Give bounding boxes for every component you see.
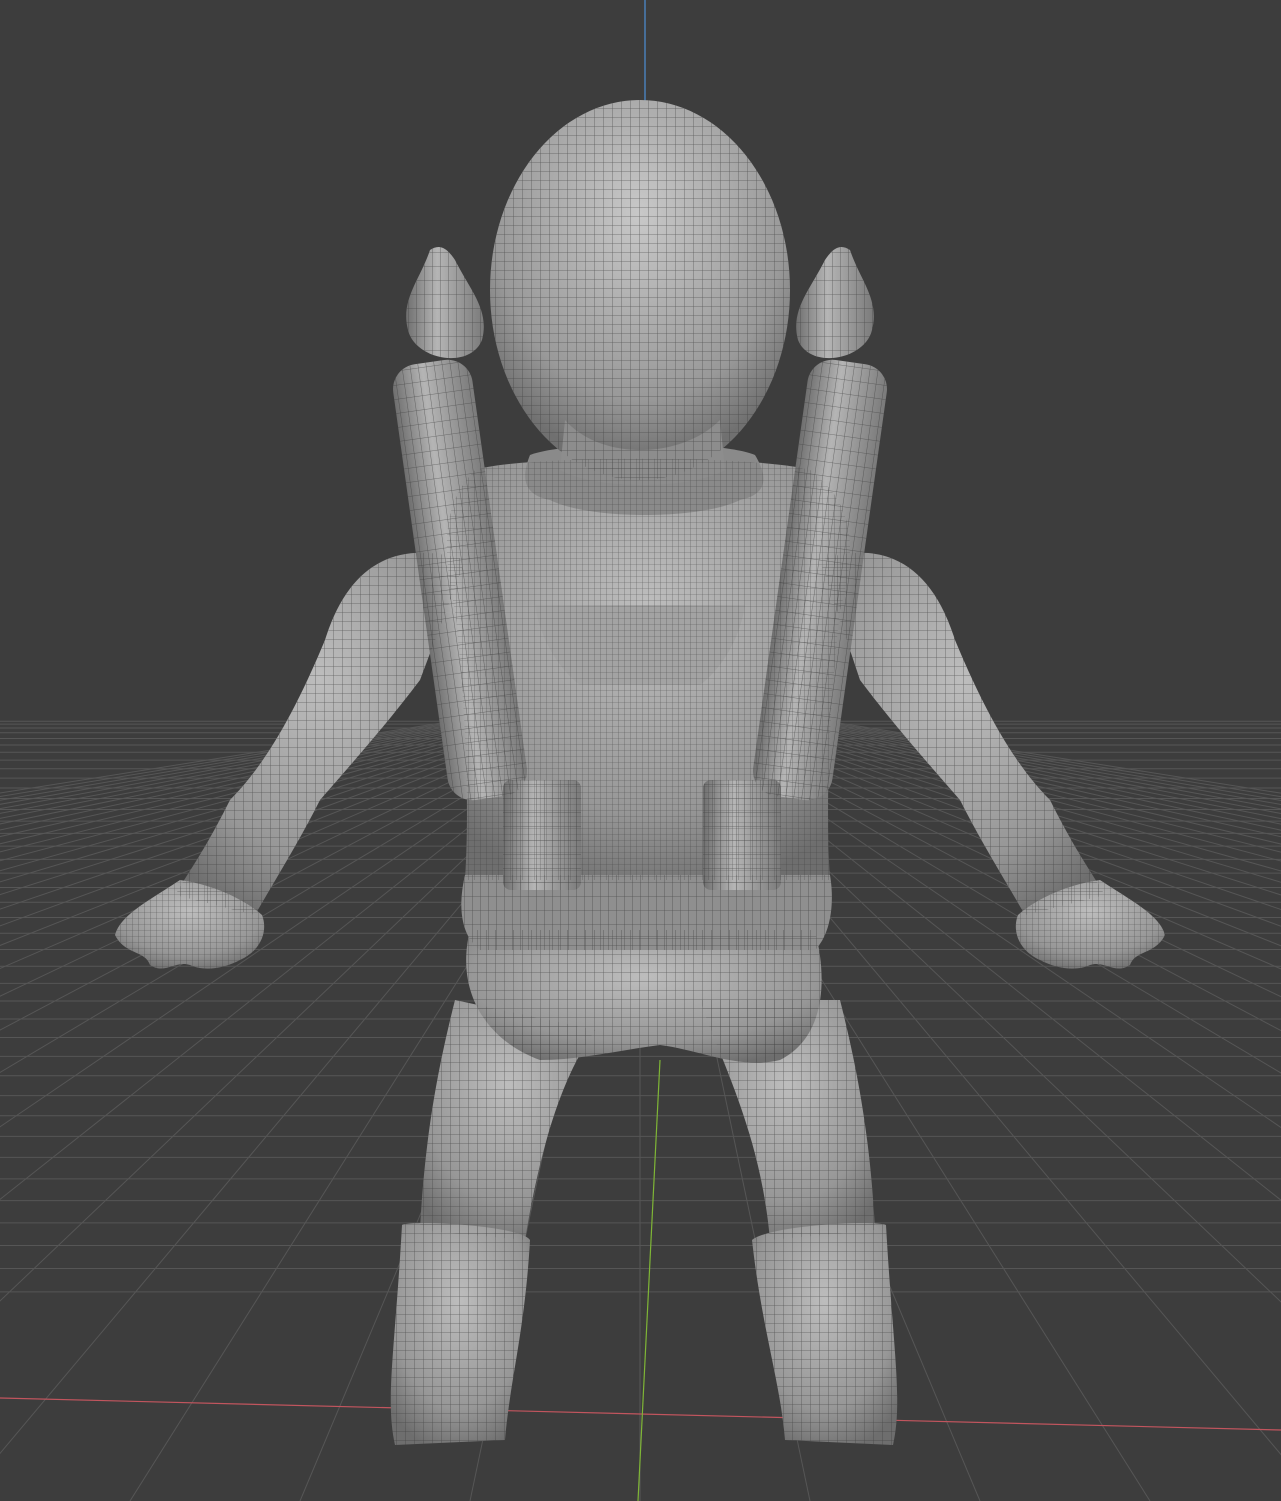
y-axis-line (637, 1059, 661, 1501)
viewport-canvas[interactable] (0, 0, 1281, 1501)
3d-viewport[interactable] (0, 0, 1281, 1501)
